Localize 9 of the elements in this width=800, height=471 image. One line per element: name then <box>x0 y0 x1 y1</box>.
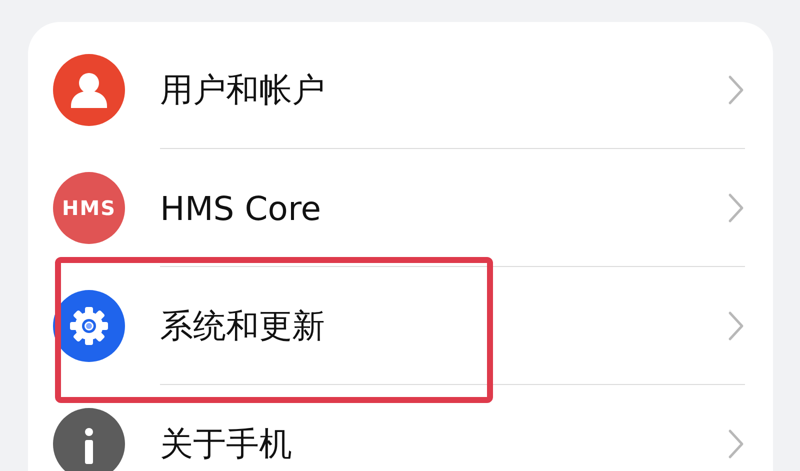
item-label[interactable]: 用户和帐户 <box>160 68 727 112</box>
hms-logo-icon: HMS <box>53 172 125 244</box>
chevron-icon <box>727 74 745 106</box>
item-label[interactable]: 系统和更新 <box>160 304 727 348</box>
chevron-icon <box>727 310 745 342</box>
item-label[interactable]: 关于手机 <box>160 422 727 466</box>
item-label[interactable]: HMS Core <box>160 188 727 228</box>
chevron-icon <box>727 428 745 460</box>
chevron-icon <box>727 192 745 224</box>
